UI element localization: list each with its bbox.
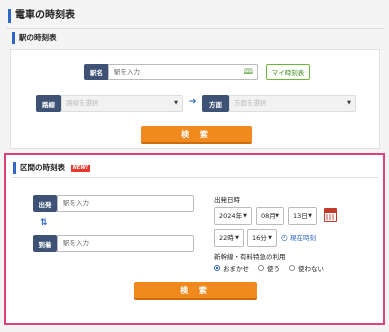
line-label: 路線 [36,95,61,112]
chevron-down-icon: ▼ [268,235,272,241]
radio-use-dot[interactable] [258,265,264,271]
route-timetable-heading: 区間の時刻表 NEW! [13,162,91,174]
chevron-down-icon: ▼ [243,213,247,219]
book-icon[interactable]: 🕮 [244,65,253,79]
day-select[interactable]: 13日 ▼ [288,207,317,225]
chevron-down-icon: ▼ [347,100,351,106]
route-search-button[interactable]: 検 索 [134,282,257,300]
clock-icon: ◴ [281,232,288,242]
route-timetable-panel: 区間の時刻表 NEW! 出発 駅を入力 ⇅ 到着 駅を入力 出発日時 2024年… [4,153,385,325]
line-select-placeholder: 路線を選択 [66,99,99,107]
chevron-down-icon: ▼ [235,235,239,241]
express-usage-heading: 新幹線・有料特急の利用 [214,253,286,261]
month-value: 08月 [261,212,276,220]
hour-value: 22時 [219,234,234,242]
radio-not-use-label: 使わない [298,265,324,273]
chevron-down-icon: ▼ [174,100,178,106]
line-select[interactable]: 路線を選択 ▼ [61,95,183,112]
year-select[interactable]: 2024年 ▼ [214,207,252,225]
radio-not-use[interactable]: 使わない [289,263,324,273]
arrival-label: 到着 [33,235,57,252]
current-time-label: 現在時刻 [289,234,316,242]
swap-icon[interactable]: ⇅ [40,218,48,228]
arrow-right-icon: ➔ [189,97,197,107]
page-title: 電車の時刻表 [8,9,384,23]
radio-omakase-label: おまかせ [223,265,249,273]
day-value: 13日 [293,212,308,220]
station-name-label: 駅名 [84,64,109,80]
current-time-link[interactable]: ◴ 現在時刻 [281,232,316,243]
direction-select[interactable]: 方面を選択 ▼ [229,95,356,112]
hour-select[interactable]: 22時 ▼ [214,229,244,247]
departure-station-input[interactable]: 駅を入力 [57,195,194,212]
arrival-station-input[interactable]: 駅を入力 [57,235,194,252]
title-divider [6,28,384,29]
minute-value: 16分 [252,234,267,242]
departure-datetime-heading: 出発日時 [214,196,240,204]
radio-not-use-dot[interactable] [289,265,295,271]
station-search-button[interactable]: 検 索 [141,126,252,144]
direction-label: 方面 [202,95,229,112]
station-name-input[interactable]: 駅を入力 🕮 [108,64,258,80]
chevron-down-icon: ▼ [308,213,312,219]
route-divider [12,177,378,178]
route-heading-text: 区間の時刻表 [20,163,65,172]
radio-omakase[interactable]: おまかせ [214,263,249,273]
radio-omakase-dot[interactable] [214,265,220,271]
direction-select-placeholder: 方面を選択 [234,99,267,107]
radio-use[interactable]: 使う [258,263,280,273]
month-select[interactable]: 08月 ▼ [256,207,284,225]
calendar-icon[interactable] [324,208,337,222]
my-timetable-button[interactable]: マイ時刻表 [266,64,310,80]
minute-select[interactable]: 16分 ▼ [247,229,277,247]
new-badge: NEW! [70,164,91,172]
chevron-down-icon: ▼ [275,213,279,219]
year-value: 2024年 [219,212,243,220]
radio-use-label: 使う [267,265,280,273]
station-timetable-card: 駅名 駅を入力 🕮 マイ時刻表 路線 路線を選択 ▼ ➔ 方面 方面を選択 ▼ … [10,49,380,149]
station-timetable-heading: 駅の時刻表 [12,32,57,44]
station-input-placeholder: 駅を入力 [114,68,140,76]
departure-label: 出発 [33,195,57,212]
